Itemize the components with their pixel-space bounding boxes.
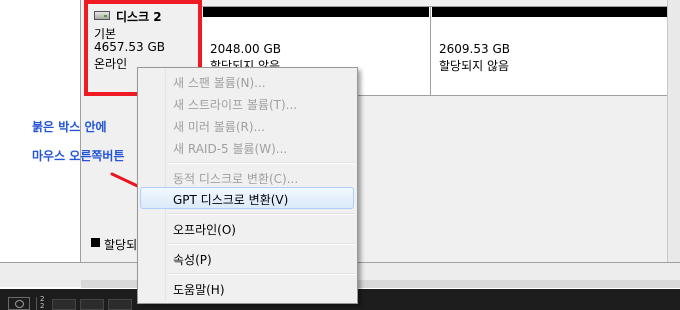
menu-item-new-mirrored-volume[interactable]: 새 미러 볼륨(R)... [173, 118, 265, 135]
menu-separator [168, 273, 355, 275]
taskbar-tab[interactable] [52, 299, 76, 310]
menu-gutter-line [165, 69, 166, 302]
menu-separator [168, 243, 355, 245]
annotation-line-2: 마우스 오른쪽버튼 [32, 149, 125, 163]
page-indicator: 2 2 [40, 295, 45, 310]
partition-divider [430, 7, 431, 95]
camera-icon[interactable] [8, 297, 30, 310]
taskbar-tab[interactable] [80, 299, 104, 310]
partition-status: 할당되지 않음 [439, 59, 510, 73]
legend-swatch [91, 238, 100, 247]
annotation-line-1: 붉은 박스 안에 [32, 120, 107, 134]
menu-item-convert-gpt[interactable]: GPT 디스크로 변환(V) [173, 191, 288, 208]
menu-item-new-raid5-volume[interactable]: 새 RAID-5 볼륨(W)... [173, 140, 287, 157]
partition-unallocated-2[interactable]: 2609.53 GB 할당되지 않음 [432, 7, 667, 95]
taskbar-separator [36, 297, 37, 310]
unallocated-bar [432, 7, 667, 17]
partition-size: 2609.53 GB [439, 42, 510, 56]
menu-item-offline[interactable]: 오프라인(O) [173, 221, 236, 238]
menu-item-new-striped-volume[interactable]: 새 스트라이프 볼륨(T)... [173, 96, 297, 113]
taskbar-tab[interactable] [108, 299, 132, 310]
menu-separator [168, 213, 355, 215]
menu-item-new-spanned-volume[interactable]: 새 스팬 볼륨(N)... [173, 74, 266, 91]
vertical-scrollbar[interactable] [667, 0, 680, 262]
menu-item-properties[interactable]: 속성(P) [173, 251, 212, 268]
partition-size: 2048.00 GB [210, 42, 281, 56]
menu-item-convert-dynamic[interactable]: 동적 디스크로 변환(C)... [173, 170, 298, 187]
unallocated-bar [203, 7, 429, 17]
menu-item-help[interactable]: 도움말(H) [173, 281, 225, 298]
menu-separator [168, 162, 355, 164]
